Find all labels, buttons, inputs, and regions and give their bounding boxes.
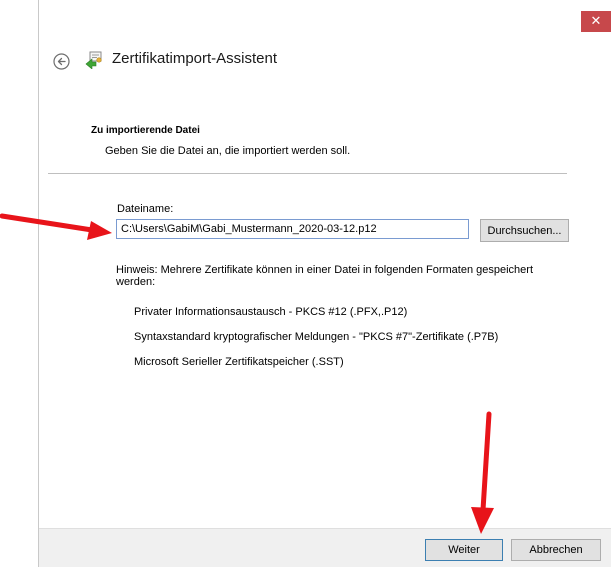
format-item-pkcs12: Privater Informationsaustausch - PKCS #1… — [134, 306, 408, 318]
format-hint: Hinweis: Mehrere Zertifikate können in e… — [116, 264, 533, 288]
annotation-arrow-filename — [0, 213, 112, 240]
format-item-sst: Microsoft Serieller Zertifikatspeicher (… — [134, 356, 344, 368]
close-icon: ✕ — [590, 14, 602, 29]
cancel-button[interactable]: Abbrechen — [511, 539, 601, 561]
browse-button[interactable]: Durchsuchen... — [480, 219, 569, 242]
section-header: Zu importierende Datei Geben Sie die Dat… — [39, 84, 611, 174]
certificate-icon — [84, 51, 104, 70]
close-button[interactable]: ✕ — [581, 11, 611, 32]
wizard-title: Zertifikatimport-Assistent — [112, 50, 278, 67]
section-title: Zu importierende Datei — [91, 125, 200, 136]
wizard-footer: Weiter Abbrechen — [39, 528, 611, 567]
annotation-arrow-next — [471, 411, 494, 534]
back-button[interactable] — [53, 53, 70, 70]
back-arrow-icon — [53, 53, 70, 70]
section-divider — [48, 173, 567, 174]
format-item-pkcs7: Syntaxstandard kryptografischer Meldunge… — [134, 331, 499, 343]
section-description: Geben Sie die Datei an, die importiert w… — [105, 145, 351, 157]
next-button[interactable]: Weiter — [425, 539, 503, 561]
wizard-header: Zertifikatimport-Assistent — [39, 36, 611, 84]
filename-label: Dateiname: — [117, 203, 174, 215]
filename-input[interactable]: C:\Users\GabiM\Gabi_Mustermann_2020-03-1… — [116, 219, 469, 239]
screenshot: ✕ Zertifikatimport-Assistent Zu importie… — [0, 0, 611, 567]
